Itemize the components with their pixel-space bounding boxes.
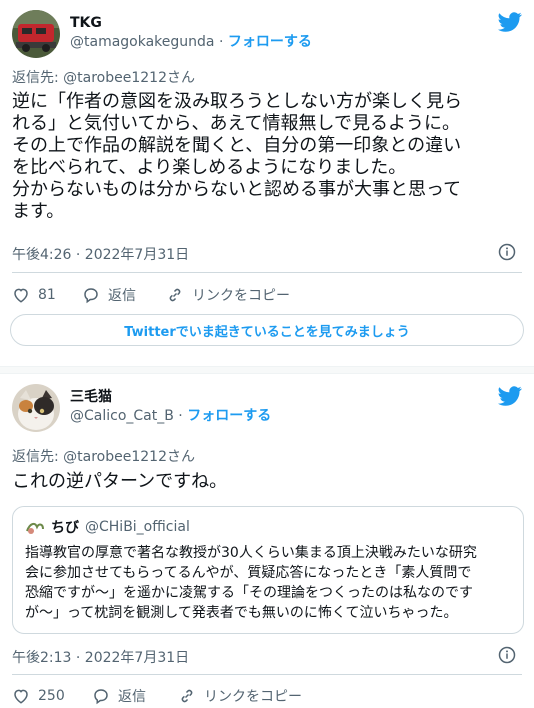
dot-separator: · <box>173 408 188 424</box>
link-icon <box>169 288 181 302</box>
copy-link-button[interactable]: リンクをコピー <box>178 684 302 708</box>
follow-button[interactable]: フォローする <box>228 34 312 50</box>
reply-icon <box>84 288 98 304</box>
info-icon[interactable] <box>498 243 516 261</box>
tweet-actions: 250 返信 リンクをコピー <box>12 684 522 708</box>
link-icon <box>181 689 193 703</box>
divider <box>12 674 522 675</box>
quoted-display-name: ちび <box>51 520 79 536</box>
like-count: 250 <box>38 688 65 704</box>
like-button[interactable]: 81 <box>12 283 56 307</box>
user-handle[interactable]: @Calico_Cat_B <box>70 408 174 424</box>
like-button[interactable]: 250 <box>12 684 65 708</box>
explore-twitter-button[interactable]: Twitterでいま起きていることを見てみましょう <box>10 314 524 346</box>
quoted-tweet-text: 指導教官の厚意で著名な教授が30人くらい集まる頂上決戦みたいな研究 会に参加させ… <box>25 545 477 621</box>
tweet-card: TKG @tamagokakegunda · フォローする 返信先: @taro… <box>0 0 534 366</box>
reply-button[interactable]: 返信 <box>92 684 146 708</box>
reply-to-label[interactable]: 返信先: @tarobee1212さん <box>12 446 195 466</box>
copy-link-label: リンクをコピー <box>204 689 302 705</box>
tweet-meta: 午後2:13 · 2022年7月31日 <box>12 645 522 667</box>
divider <box>12 272 522 273</box>
timestamp[interactable]: 午後2:13 · 2022年7月31日 <box>12 647 189 667</box>
reply-button[interactable]: 返信 <box>82 283 136 307</box>
reply-label: 返信 <box>108 288 136 304</box>
quoted-tweet[interactable]: ちび @CHiBi_official 指導教官の厚意で著名な教授が30人くらい集… <box>12 506 524 634</box>
card-separator <box>0 366 534 374</box>
copy-link-button[interactable]: リンクをコピー <box>166 283 290 307</box>
heart-icon <box>14 689 28 704</box>
twitter-bird-icon[interactable] <box>498 10 522 34</box>
info-icon[interactable] <box>498 646 516 664</box>
quoted-handle: @CHiBi_official <box>85 519 190 535</box>
avatar[interactable] <box>12 10 60 58</box>
tweet-text: これの逆パターンですね。 <box>12 471 228 492</box>
follow-button[interactable]: フォローする <box>187 408 271 424</box>
user-handle[interactable]: @tamagokakegunda <box>70 34 215 50</box>
dot-separator: · <box>214 34 228 50</box>
like-count: 81 <box>38 287 56 303</box>
tweet-meta: 午後4:26 · 2022年7月31日 <box>12 242 522 264</box>
display-name[interactable]: 三毛猫 <box>70 388 271 406</box>
quoted-tweet-header: ちび @CHiBi_official <box>25 517 190 537</box>
tweet-header: TKG @tamagokakegunda · フォローする <box>12 10 522 60</box>
display-name[interactable]: TKG <box>70 14 312 32</box>
twitter-bird-icon[interactable] <box>498 384 522 408</box>
reply-icon <box>94 689 108 705</box>
avatar[interactable] <box>12 384 60 432</box>
quoted-avatar <box>26 522 44 534</box>
heart-icon <box>14 288 28 303</box>
reply-label: 返信 <box>118 689 146 705</box>
tweet-actions: 81 返信 リンクをコピー <box>12 283 522 307</box>
copy-link-label: リンクをコピー <box>192 288 290 304</box>
tweet-card: 三毛猫 @Calico_Cat_B · フォローする 返信先: @tarobee… <box>0 374 534 708</box>
reply-to-label[interactable]: 返信先: @tarobee1212さん <box>12 67 195 87</box>
tweet-header: 三毛猫 @Calico_Cat_B · フォローする <box>12 384 522 434</box>
timestamp[interactable]: 午後4:26 · 2022年7月31日 <box>12 244 189 264</box>
tweet-text: 逆に「作者の意図を汲み取ろうとしない方が楽しく見ら れる」と気付いてから、あえて… <box>12 91 462 222</box>
